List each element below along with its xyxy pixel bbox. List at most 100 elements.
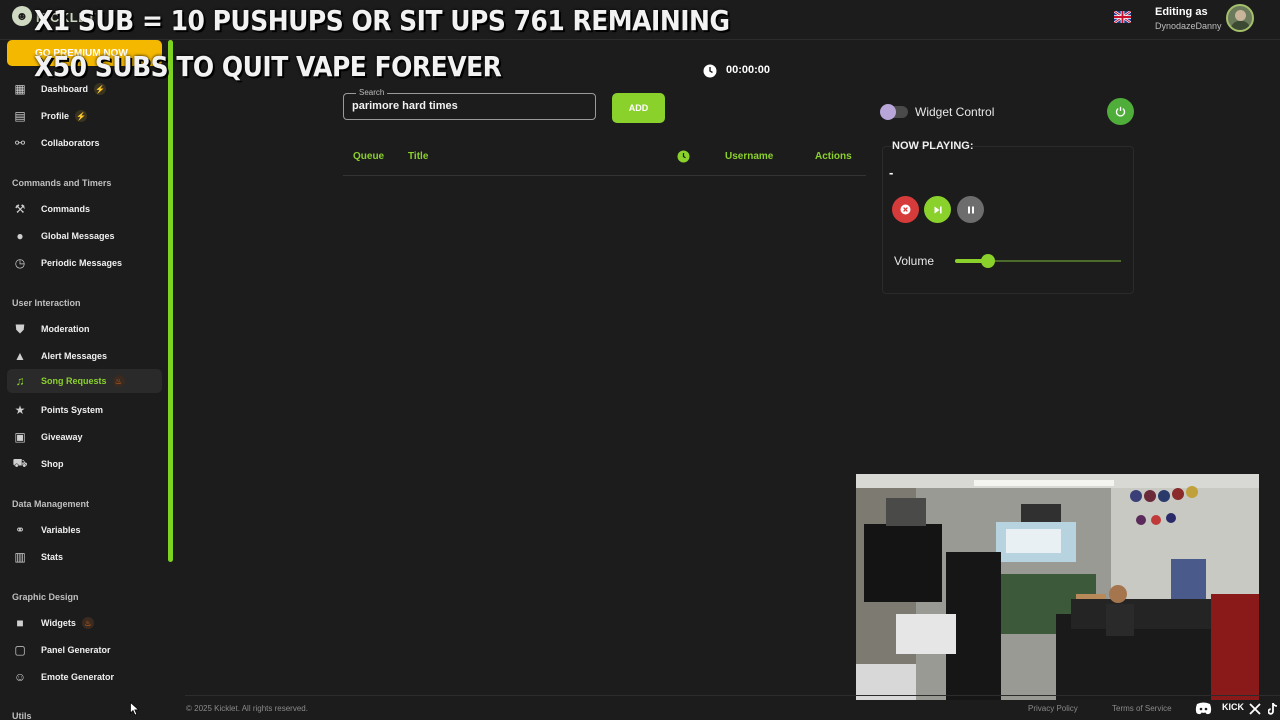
section-user-interaction: User Interaction (12, 298, 81, 308)
sidebar-item-widgets[interactable]: ■ Widgets ♨ (7, 611, 162, 635)
emote-icon: ☺ (13, 670, 27, 684)
sidebar-item-label: Panel Generator (41, 645, 111, 655)
webcam-feed (856, 474, 1259, 700)
webcam-image (856, 474, 1259, 700)
skip-button[interactable] (924, 196, 951, 223)
volume-slider-thumb[interactable] (981, 254, 995, 268)
sidebar-item-global-messages[interactable]: ● Global Messages (7, 224, 162, 248)
sidebar-item-label: Emote Generator (41, 672, 115, 682)
music-icon: ♫ (15, 374, 25, 388)
sidebar-item-label: Periodic Messages (41, 258, 123, 268)
lightning-icon: ⚡ (94, 83, 107, 95)
skip-icon (934, 206, 942, 213)
editing-as-label: Editing as (1155, 6, 1208, 18)
sidebar-item-label: Commands (41, 204, 91, 214)
logo-icon[interactable]: ☻ (12, 6, 32, 26)
chat-icon: ● (16, 229, 24, 243)
sidebar-item-points-system[interactable]: ★ Points System (7, 398, 162, 422)
widget-control-toggle-knob[interactable] (880, 104, 896, 120)
shield-icon: ⛊ (15, 321, 25, 336)
pause-icon (967, 206, 974, 213)
duration-column-icon[interactable] (677, 150, 690, 163)
sidebar-item-label: Global Messages (41, 231, 115, 241)
camera-icon: ■ (16, 616, 24, 630)
privacy-policy-link[interactable]: Privacy Policy (1028, 704, 1078, 713)
power-button[interactable] (1107, 98, 1134, 125)
hammer-icon: ⚒ (14, 202, 26, 216)
column-header-queue[interactable]: Queue (353, 151, 384, 162)
sidebar-item-panel-generator[interactable]: ▢ Panel Generator (7, 638, 162, 662)
sidebar-item-label: Widgets (41, 618, 76, 628)
stats-icon: ▥ (14, 550, 26, 564)
sidebar-scrollbar[interactable] (168, 40, 173, 562)
volume-label: Volume (894, 254, 935, 268)
sidebar-item-emote-generator[interactable]: ☺ Emote Generator (7, 665, 162, 689)
fire-icon: ♨ (81, 617, 94, 629)
kick-link[interactable]: KICK (1222, 702, 1244, 712)
dashboard-icon: ▦ (14, 82, 26, 96)
widget-control-label: Widget Control (915, 105, 995, 119)
sidebar-item-giveaway[interactable]: ▣ Giveaway (7, 425, 162, 449)
sidebar-item-song-requests[interactable]: ♫ Song Requests ♨ (7, 369, 162, 393)
warning-icon: ▲ (14, 349, 26, 363)
now-playing-title: NOW PLAYING: (892, 140, 974, 152)
sidebar-item-label: Stats (41, 552, 64, 562)
panel-icon: ▢ (14, 643, 26, 657)
sidebar-item-label: Variables (41, 525, 81, 535)
power-icon (1115, 106, 1126, 117)
uk-flag-icon[interactable] (1114, 11, 1131, 23)
sidebar-item-label: Song Requests (41, 376, 107, 386)
section-utils: Utils (12, 711, 32, 720)
now-playing-panel (882, 146, 1134, 294)
sidebar-item-collaborators[interactable]: ⚯ Collaborators (7, 131, 162, 155)
discord-icon[interactable] (1195, 702, 1212, 715)
column-header-actions[interactable]: Actions (815, 151, 852, 162)
sidebar-item-label: Dashboard (41, 84, 89, 94)
gift-icon: ▣ (14, 430, 26, 444)
mouse-cursor-icon (130, 702, 140, 716)
stream-overlay-line2: X50 SUBS TO QUIT VAPE FOREVER (34, 50, 502, 83)
section-data-management: Data Management (12, 499, 90, 509)
footer-copyright: © 2025 Kicklet. All rights reserved. (186, 704, 308, 713)
sidebar-item-profile[interactable]: ▤ Profile ⚡ (7, 104, 162, 128)
sidebar-item-alert-messages[interactable]: ▲ Alert Messages (7, 344, 162, 368)
search-label: Search (356, 88, 388, 97)
close-circle-icon (900, 204, 911, 215)
section-graphic-design: Graphic Design (12, 592, 79, 602)
add-button[interactable]: ADD (612, 93, 665, 123)
stop-button[interactable] (892, 196, 919, 223)
editing-username: DynodazeDanny (1155, 21, 1222, 31)
clock-icon: ◷ (14, 256, 26, 270)
section-commands-and-timers: Commands and Timers (12, 178, 112, 188)
sidebar-item-label: Alert Messages (41, 351, 108, 361)
sidebar-item-label: Shop (41, 459, 64, 469)
column-header-title[interactable]: Title (408, 151, 428, 162)
sidebar-item-label: Giveaway (41, 432, 83, 442)
avatar[interactable] (1226, 4, 1254, 32)
fire-icon: ♨ (112, 375, 125, 387)
sidebar-item-periodic-messages[interactable]: ◷ Periodic Messages (7, 251, 162, 275)
sidebar-item-label: Collaborators (41, 138, 100, 148)
cart-icon: ⛟ (12, 456, 28, 470)
sidebar-item-shop[interactable]: ⛟ Shop (7, 452, 162, 476)
pause-button[interactable] (957, 196, 984, 223)
x-twitter-icon[interactable] (1249, 703, 1261, 715)
lightning-icon: ⚡ (75, 110, 88, 122)
sidebar-item-stats[interactable]: ▥ Stats (7, 545, 162, 569)
sidebar-item-moderation[interactable]: ⛊ Moderation (7, 317, 162, 341)
sidebar-item-variables[interactable]: ⚭ Variables (7, 518, 162, 542)
sidebar-item-label: Moderation (41, 324, 90, 334)
queue-duration: 00:00:00 (726, 64, 771, 76)
sidebar-item-commands[interactable]: ⚒ Commands (7, 197, 162, 221)
tiktok-icon[interactable] (1268, 703, 1278, 715)
column-header-username[interactable]: Username (725, 151, 773, 162)
stream-overlay-line1: X1 SUB = 10 PUSHUPS OR SIT UPS 761 REMAI… (34, 4, 730, 37)
footer-divider (185, 695, 1280, 696)
terms-of-service-link[interactable]: Terms of Service (1112, 704, 1172, 713)
now-playing-song: - (889, 165, 894, 180)
link-icon: ⚭ (14, 523, 26, 537)
search-input[interactable] (352, 98, 592, 114)
table-divider (343, 175, 866, 176)
sidebar-item-label: Profile (41, 111, 70, 121)
profile-icon: ▤ (14, 109, 26, 123)
